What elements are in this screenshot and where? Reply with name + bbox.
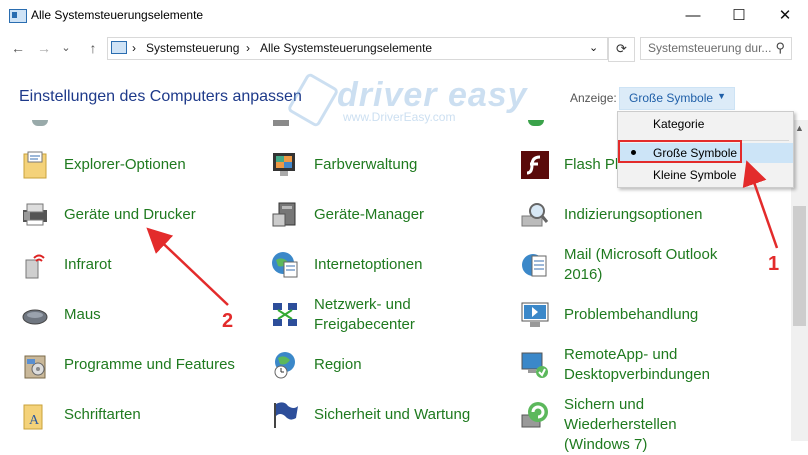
annotation-arrow-1 [742, 160, 779, 249]
annotation-arrow-2 [146, 227, 229, 306]
annotation-marker-1: 1 [768, 253, 780, 275]
annotation-marker-2: 2 [222, 310, 234, 332]
annotation-arrows [146, 160, 779, 306]
